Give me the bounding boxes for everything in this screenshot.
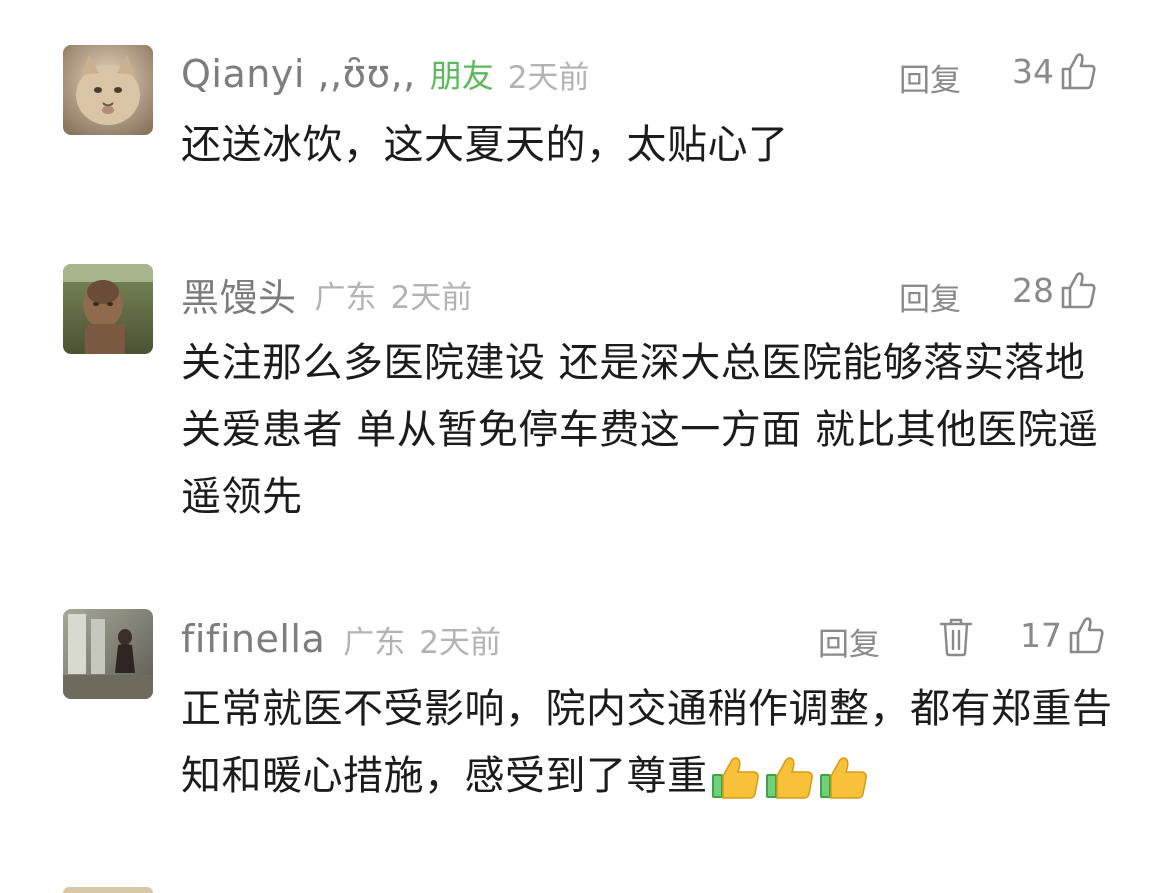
statue-avatar-icon	[63, 264, 153, 354]
avatar[interactable]	[63, 45, 153, 135]
avatar[interactable]	[63, 609, 153, 699]
like-button[interactable]: 34	[1012, 51, 1096, 91]
reply-button[interactable]: 回复	[818, 619, 880, 664]
comment-meta: 黑馒头 广东 2天前	[181, 267, 473, 322]
like-button[interactable]: 17	[1020, 615, 1104, 655]
reply-button[interactable]: 回复	[899, 55, 961, 100]
timestamp: 2天前	[507, 59, 590, 96]
thumbs-up-emoji-icon	[764, 754, 816, 802]
trash-icon[interactable]	[939, 617, 973, 657]
comment-meta: Qianyi ,,ʊ̑ʊ,, 朋友 2天前	[181, 49, 589, 99]
username[interactable]: fifinella	[181, 617, 325, 661]
comment-text-content: 正常就医不受影响，院内交通稍作调整，都有郑重告知和暖心措施，感受到了尊重	[181, 686, 1113, 799]
friend-tag: 朋友	[429, 57, 494, 95]
like-button[interactable]: 28	[1012, 270, 1096, 310]
cat-avatar-icon	[63, 45, 153, 135]
thumbs-up-emoji-icon	[710, 754, 762, 802]
comment-text: 还送冰饮，这大夏天的，太贴心了	[181, 122, 789, 168]
timestamp: 2天前	[390, 279, 473, 316]
timestamp: 2天前	[419, 624, 501, 661]
comment-text: 关注那么多医院建设 还是深大总医院能够落实落地关爱患者 单从暂免停车费这一方面 …	[181, 340, 1099, 520]
comment-meta: fifinella 广东 2天前	[181, 614, 501, 664]
photo-avatar-icon	[63, 609, 153, 699]
like-count: 28	[1012, 270, 1054, 310]
username[interactable]: 黑馒头	[181, 267, 297, 322]
avatar[interactable]	[63, 264, 153, 354]
location: 广东	[343, 624, 406, 661]
thumbs-up-icon	[1060, 270, 1096, 310]
username[interactable]: Qianyi ,,ʊ̑ʊ,,	[181, 52, 416, 96]
thumbs-up-emoji-group	[710, 754, 872, 802]
like-count: 17	[1020, 615, 1062, 655]
reply-button[interactable]: 回复	[899, 274, 961, 319]
thumbs-up-icon	[1060, 51, 1096, 91]
location: 广东	[314, 279, 377, 316]
comment-text: 正常就医不受影响，院内交通稍作调整，都有郑重告知和暖心措施，感受到了尊重	[181, 676, 1121, 810]
thumbs-up-icon	[1068, 615, 1104, 655]
avatar[interactable]	[63, 887, 153, 893]
thumbs-up-emoji-icon	[818, 754, 870, 802]
like-count: 34	[1012, 51, 1054, 91]
